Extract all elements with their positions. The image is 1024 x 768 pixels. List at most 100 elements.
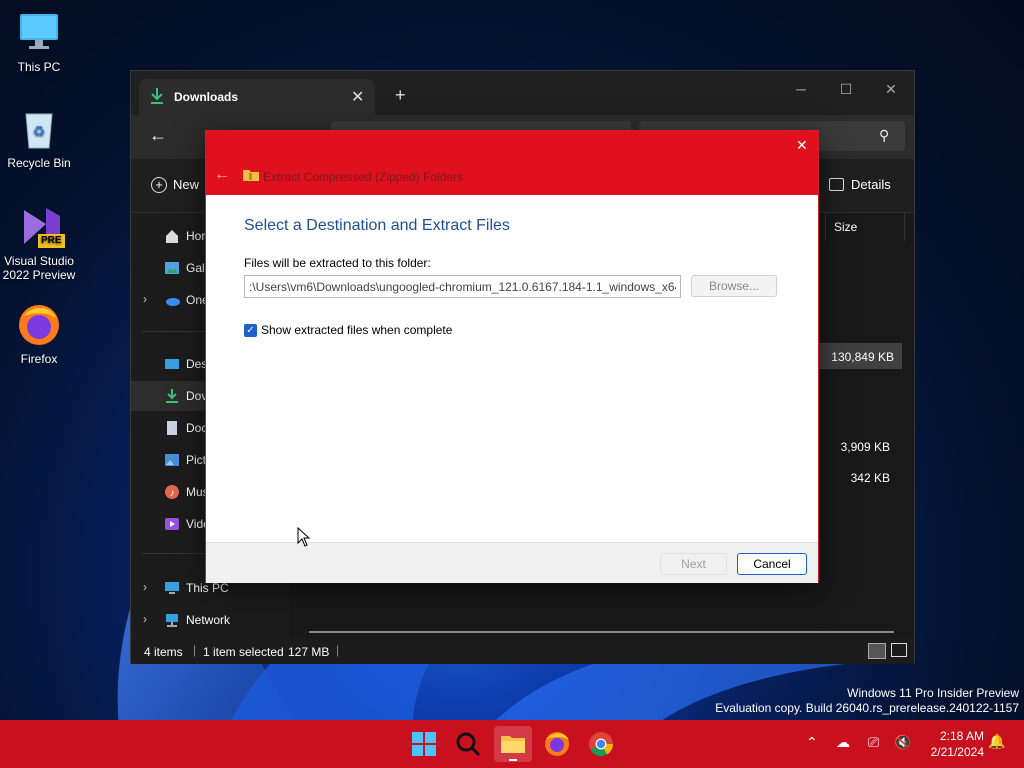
onedrive-icon	[164, 292, 180, 308]
tab-downloads[interactable]: Downloads ✕	[139, 79, 375, 115]
status-bar: 4 items | 1 item selected 127 MB |	[131, 638, 914, 664]
destination-path-input[interactable]	[244, 275, 681, 298]
back-arrow-icon[interactable]: ←	[149, 125, 167, 146]
file-size: 342 KB	[850, 471, 890, 485]
checkbox-label: Show extracted files when complete	[261, 323, 453, 337]
music-folder-icon: ♪	[164, 484, 180, 500]
svg-text:♪: ♪	[170, 488, 175, 499]
status-divider: |	[193, 643, 197, 657]
column-header-size[interactable]: Size	[825, 213, 905, 241]
selected-count: 1 item selected	[203, 645, 284, 659]
details-pane-icon	[829, 178, 844, 191]
search-icon: ⚲	[879, 127, 890, 143]
chevron-up-icon[interactable]: ⌃	[806, 734, 818, 751]
desktop-icon-label: Visual Studio 2022 Preview	[2, 254, 76, 282]
search-button[interactable]	[452, 728, 484, 760]
firefox-icon	[545, 732, 569, 756]
volume-muted-icon[interactable]: 🔇	[894, 734, 911, 751]
zipped-folder-icon	[242, 168, 260, 185]
monitor-icon	[16, 10, 62, 56]
horizontal-scrollbar[interactable]	[309, 631, 894, 633]
details-view-icon[interactable]	[868, 643, 886, 659]
dialog-footer: Next Cancel	[206, 542, 818, 583]
tab-label: Downloads	[174, 90, 239, 104]
this-pc-icon	[164, 580, 180, 596]
visual-studio-icon: PRE	[16, 204, 65, 250]
watermark-line-2: Evaluation copy. Build 26040.rs_prerelea…	[715, 701, 1019, 715]
mouse-cursor-icon	[297, 527, 311, 547]
chrome-taskbar-button[interactable]	[585, 728, 617, 760]
plus-circle-icon: +	[151, 177, 167, 193]
dialog-body: Select a Destination and Extract Files F…	[206, 195, 818, 542]
download-arrow-icon	[149, 87, 165, 108]
maximize-icon[interactable]: ☐	[828, 77, 864, 101]
desktop-icon-visual-studio[interactable]: PRE Visual Studio 2022 Preview	[0, 204, 78, 282]
taskbar: ⌃ ☁ ⎚ 🔇 2:18 AM 2/21/2024 🔔	[0, 720, 1024, 768]
videos-folder-icon	[164, 516, 180, 532]
tab-bar: Downloads ✕ + ─ ☐ ✕	[131, 71, 914, 115]
gallery-icon	[164, 260, 180, 276]
sidebar-item-label: Network	[186, 613, 231, 627]
new-tab-button[interactable]: +	[395, 85, 406, 106]
svg-text:♻: ♻	[33, 123, 46, 139]
close-dialog-icon[interactable]: ✕	[796, 137, 808, 154]
details-button[interactable]: Details	[829, 177, 891, 192]
network-status-icon[interactable]: ⎚	[868, 734, 879, 751]
downloads-folder-icon	[164, 388, 180, 404]
preview-badge: PRE	[38, 234, 65, 248]
cancel-button[interactable]: Cancel	[737, 553, 807, 575]
desktop-icon-label: Firefox	[20, 352, 58, 366]
recycle-bin-icon: ♻	[16, 106, 62, 152]
back-arrow-icon[interactable]: ←	[214, 166, 230, 184]
file-size: 3,909 KB	[840, 440, 890, 454]
sidebar-item-network[interactable]: › Network	[131, 605, 289, 635]
folder-icon	[501, 736, 525, 761]
desktop-icon-firefox[interactable]: Firefox	[0, 302, 78, 366]
start-button[interactable]	[408, 728, 440, 760]
new-button-label: New	[173, 177, 200, 192]
chrome-icon	[589, 732, 613, 757]
network-icon	[164, 612, 180, 628]
dialog-heading: Select a Destination and Extract Files	[244, 217, 510, 234]
checkbox-checked-icon[interactable]: ✓	[244, 324, 257, 337]
search-icon	[456, 732, 481, 757]
dialog-title-bar: ✕ ← Extract Compressed (Zipped) Folders	[206, 131, 818, 195]
next-button[interactable]: Next	[660, 553, 727, 575]
desktop-icon-this-pc[interactable]: This PC	[0, 10, 78, 74]
selected-size: 127 MB	[288, 645, 330, 659]
file-size: 130,849 KB	[831, 350, 894, 364]
onedrive-cloud-icon[interactable]: ☁	[836, 734, 850, 751]
status-divider: |	[336, 643, 340, 657]
clock-time: 2:18 AM	[939, 729, 984, 743]
windows-logo-icon	[412, 732, 436, 756]
dialog-title: Extract Compressed (Zipped) Folders	[263, 170, 464, 184]
new-button[interactable]: + New	[151, 177, 199, 193]
desktop-icon-label: This PC	[17, 60, 61, 74]
watermark-line-1: Windows 11 Pro Insider Preview	[847, 686, 1019, 700]
file-explorer-taskbar-button[interactable]	[494, 726, 532, 762]
minimize-icon[interactable]: ─	[783, 77, 819, 101]
pictures-folder-icon	[164, 452, 180, 468]
sidebar-item-label: Hor	[186, 229, 206, 243]
close-window-icon[interactable]: ✕	[873, 77, 909, 101]
chevron-right-icon[interactable]: ›	[143, 580, 147, 594]
desktop-icon-recycle-bin[interactable]: ♻ Recycle Bin	[0, 106, 78, 170]
notification-bell-icon[interactable]: 🔔	[988, 733, 1005, 750]
evaluation-watermark: Windows 11 Pro Insider Preview Evaluatio…	[715, 686, 1019, 716]
browse-button[interactable]: Browse...	[691, 275, 777, 297]
chevron-right-icon[interactable]: ›	[143, 612, 147, 626]
documents-folder-icon	[164, 420, 180, 436]
clock-date: 2/21/2024	[930, 745, 984, 759]
home-icon	[164, 228, 180, 244]
path-label: Files will be extracted to this folder:	[244, 256, 431, 270]
item-count: 4 items	[144, 645, 183, 659]
tiles-view-icon[interactable]	[891, 643, 907, 657]
close-tab-icon[interactable]: ✕	[351, 87, 364, 107]
desktop-icon-label: Recycle Bin	[7, 156, 71, 170]
chevron-right-icon[interactable]: ›	[143, 292, 147, 306]
details-button-label: Details	[851, 177, 891, 192]
firefox-taskbar-button[interactable]	[541, 728, 573, 760]
clock[interactable]: 2:18 AM 2/21/2024	[920, 728, 984, 760]
extract-dialog: ✕ ← Extract Compressed (Zipped) Folders …	[205, 130, 819, 583]
column-header-label: Size	[834, 220, 858, 234]
